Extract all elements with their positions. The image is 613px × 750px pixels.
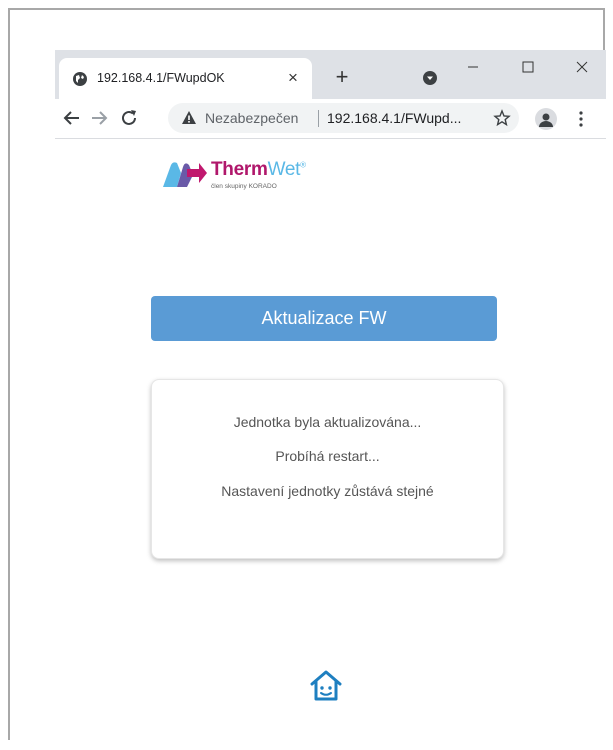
tab-close-button[interactable]: × [282, 67, 304, 89]
logo-mark-icon [163, 162, 207, 187]
status-message: Nastavení jednotky zůstává stejné [221, 483, 434, 499]
back-arrow-icon[interactable] [61, 107, 83, 129]
url-text[interactable]: 192.168.4.1/FWupd... [327, 110, 461, 126]
maximize-button[interactable] [513, 56, 543, 78]
globe-icon [73, 72, 87, 86]
security-status-label[interactable]: Nezabezpečen [205, 110, 298, 126]
firmware-update-button[interactable]: Aktualizace FW [151, 296, 497, 341]
close-icon [576, 61, 588, 73]
minimize-button[interactable] [458, 56, 488, 78]
reload-icon[interactable] [118, 107, 140, 129]
tab-strip: 192.168.4.1/FWupdOK × + [55, 50, 606, 99]
browser-toolbar: Nezabezpečen 192.168.4.1/FWupd... [55, 99, 606, 139]
warning-triangle-icon[interactable] [181, 110, 197, 126]
logo-brand-accent: Wet [267, 159, 301, 180]
status-message: Probíhá restart... [275, 448, 380, 464]
new-tab-button[interactable]: + [330, 65, 354, 89]
home-icon[interactable] [308, 667, 344, 703]
logo-registered-mark: ® [300, 160, 306, 170]
logo-subtitle: člen skupiny KORADO [211, 183, 277, 190]
kebab-menu-icon[interactable] [573, 109, 589, 129]
star-icon[interactable] [493, 109, 511, 127]
page-content: ThermWet® člen skupiny KORADO Aktualizac… [55, 139, 606, 750]
screenshot-frame: 192.168.4.1/FWupdOK × + Nezabezpečen 192… [8, 8, 606, 750]
thermwet-logo: ThermWet® člen skupiny KORADO [163, 153, 363, 193]
logo-brand-main: Therm [211, 159, 268, 180]
omnibox-divider [318, 110, 319, 127]
status-message: Jednotka byla aktualizována... [233, 414, 422, 430]
browser-window: 192.168.4.1/FWupdOK × + Nezabezpečen 192… [55, 50, 606, 750]
account-icon[interactable] [535, 108, 557, 130]
status-card: Jednotka byla aktualizována... Probíhá r… [151, 379, 504, 559]
forward-arrow-icon[interactable] [88, 107, 110, 129]
tab-active[interactable]: 192.168.4.1/FWupdOK × [59, 58, 312, 99]
close-window-button[interactable] [567, 56, 597, 78]
tab-title: 192.168.4.1/FWupdOK [97, 71, 225, 85]
address-bar[interactable]: Nezabezpečen 192.168.4.1/FWupd... [168, 103, 519, 133]
minimize-icon [468, 66, 478, 68]
logo-wordmark: ThermWet® [211, 159, 306, 181]
maximize-icon [522, 61, 534, 73]
tab-search-icon[interactable] [422, 70, 438, 86]
person-icon [539, 113, 553, 127]
